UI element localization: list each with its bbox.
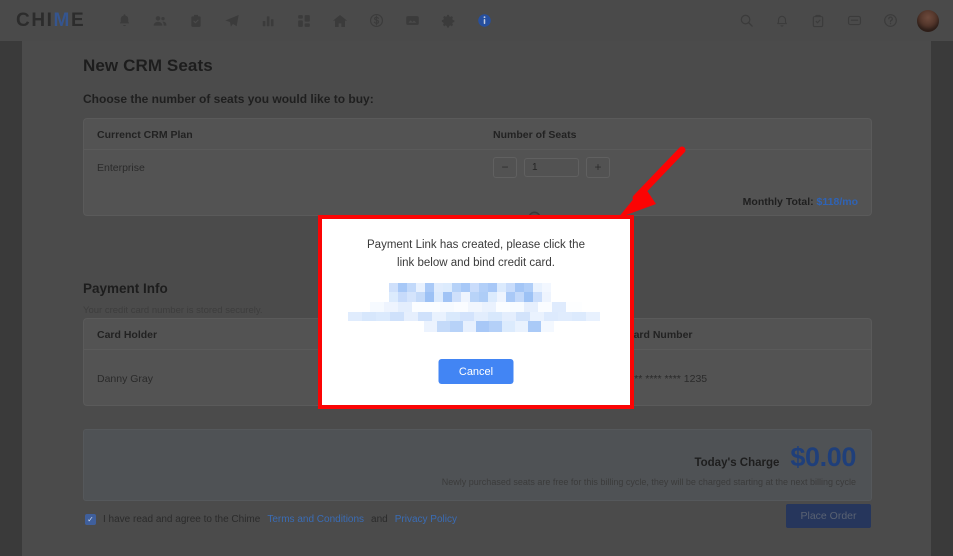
- column-header-card-number: Card Number: [626, 329, 693, 341]
- app-root: CHIME New CRM Seats Choose the number of…: [0, 0, 953, 556]
- charge-label: Today's Charge: [694, 457, 780, 469]
- paper-plane-icon[interactable]: [219, 8, 245, 34]
- place-order-button[interactable]: Place Order: [786, 504, 871, 528]
- current-plan-value: Enterprise: [97, 162, 145, 174]
- modal-message-line1: Payment Link has created, please click t…: [367, 239, 585, 251]
- modal-message-line2: link below and bind credit card.: [397, 256, 555, 269]
- privacy-policy-link[interactable]: Privacy Policy: [395, 514, 457, 525]
- redacted-payment-link[interactable]: [342, 282, 610, 335]
- navbar-right-icons: [733, 8, 939, 34]
- increment-seats-button[interactable]: +: [586, 156, 610, 178]
- page-title: New CRM Seats: [83, 56, 213, 75]
- people-icon[interactable]: [147, 8, 173, 34]
- bell-icon-right[interactable]: [769, 8, 795, 34]
- help-circle-icon[interactable]: [877, 8, 903, 34]
- chat-icon[interactable]: [841, 8, 867, 34]
- payment-link-modal: Payment Link has created, please click t…: [322, 219, 630, 405]
- column-header-plan: Currenct CRM Plan: [97, 129, 193, 141]
- clipboard-check-icon-right[interactable]: [805, 8, 831, 34]
- payment-info-title: Payment Info: [83, 281, 168, 296]
- payment-info-note: Your credit card number is stored secure…: [83, 305, 263, 316]
- info-badge-icon[interactable]: [471, 8, 497, 34]
- right-gutter: [931, 41, 953, 556]
- terms-and-conditions-link[interactable]: Terms and Conditions: [267, 514, 364, 525]
- monthly-total-amount: $118/mo: [816, 196, 858, 208]
- agree-text: I have read and agree to the Chime: [103, 514, 261, 525]
- terms-agreement: ✓ I have read and agree to the Chime Ter…: [85, 514, 457, 525]
- seats-card: Currenct CRM Plan Number of Seats Enterp…: [83, 118, 872, 216]
- left-gutter: [0, 41, 22, 556]
- bell-icon[interactable]: [111, 8, 137, 34]
- column-header-card-holder: Card Holder: [97, 329, 158, 341]
- logo-text: CHIME: [16, 9, 86, 31]
- agree-checkbox[interactable]: ✓: [85, 514, 96, 525]
- charge-row: Today's Charge $0.00: [694, 442, 856, 473]
- monthly-total-label: Monthly Total:: [742, 196, 814, 208]
- dollar-circle-icon[interactable]: [363, 8, 389, 34]
- column-header-seats: Number of Seats: [493, 129, 577, 141]
- chime-logo[interactable]: CHIME: [16, 10, 85, 32]
- home-icon[interactable]: [327, 8, 353, 34]
- cancel-button[interactable]: Cancel: [438, 359, 514, 384]
- todays-charge-panel: Today's Charge $0.00 Newly purchased sea…: [83, 429, 872, 501]
- avatar[interactable]: [917, 9, 939, 32]
- seat-quantity-input[interactable]: 1: [524, 157, 579, 177]
- page-subtitle: Choose the number of seats you would lik…: [83, 92, 374, 106]
- and-text: and: [371, 514, 388, 525]
- search-icon[interactable]: [733, 8, 759, 34]
- card-holder-value: Danny Gray: [97, 373, 154, 385]
- gear-icon[interactable]: [435, 8, 461, 34]
- bar-chart-icon[interactable]: [255, 8, 281, 34]
- dashboard-grid-icon[interactable]: [291, 8, 317, 34]
- charge-amount: $0.00: [790, 442, 856, 472]
- clipboard-check-icon[interactable]: [183, 8, 209, 34]
- image-card-icon[interactable]: [399, 8, 425, 34]
- card-number-value: **** **** **** 1235: [626, 373, 708, 385]
- seats-table-row: Enterprise − 1 +: [84, 149, 871, 185]
- decrement-seats-button[interactable]: −: [493, 156, 517, 178]
- charge-note: Newly purchased seats are free for this …: [441, 477, 856, 487]
- modal-highlight-box: Payment Link has created, please click t…: [318, 215, 634, 409]
- monthly-total: Monthly Total: $118/mo: [743, 196, 858, 208]
- modal-message: Payment Link has created, please click t…: [351, 237, 601, 273]
- seats-table-header: Currenct CRM Plan Number of Seats: [84, 119, 871, 150]
- navbar-left-icons: [111, 8, 497, 34]
- top-navbar: CHIME: [0, 0, 953, 41]
